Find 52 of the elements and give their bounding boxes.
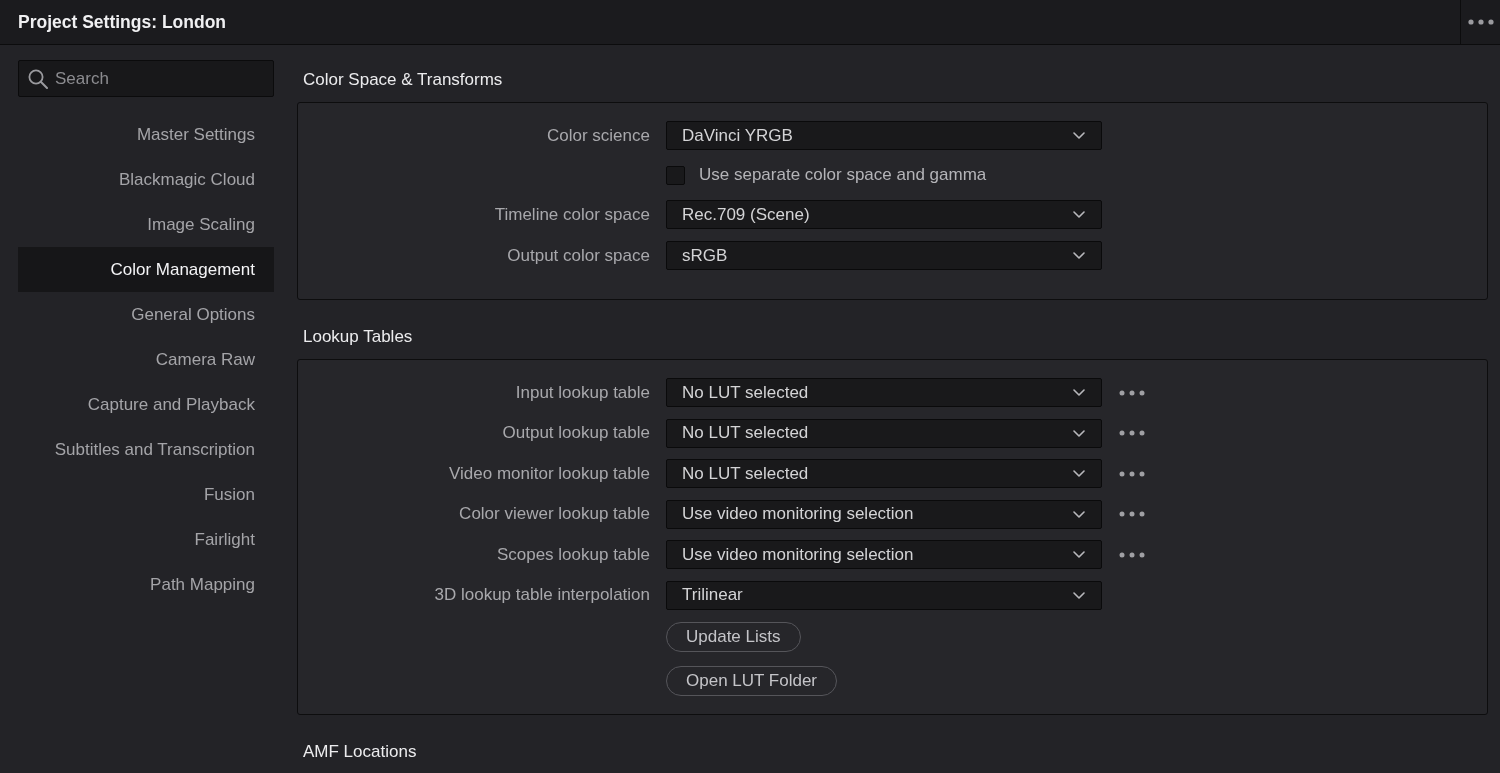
- dropdown[interactable]: Rec.709 (Scene): [666, 200, 1102, 229]
- chevron-down-icon: [1073, 429, 1085, 437]
- dropdown[interactable]: No LUT selected: [666, 418, 1102, 448]
- dropdown[interactable]: Trilinear: [666, 580, 1102, 610]
- sidebar-item[interactable]: Camera Raw: [18, 337, 274, 382]
- sidebar-item[interactable]: Subtitles and Transcription: [18, 427, 274, 472]
- window-title: Project Settings: London: [18, 11, 227, 33]
- chevron-down-icon: [1073, 211, 1085, 218]
- sidebar-item[interactable]: Blackmagic Cloud: [18, 157, 274, 202]
- field-label: 3D lookup table interpolation: [433, 585, 650, 606]
- field-label: Color viewer lookup table: [458, 504, 650, 525]
- sidebar-item[interactable]: Master Settings: [18, 112, 274, 157]
- sidebar-item[interactable]: Fairlight: [18, 517, 274, 562]
- dropdown[interactable]: Use video monitoring selection: [666, 540, 1102, 570]
- more-icon[interactable]: [1119, 389, 1145, 396]
- section-heading: AMF Locations: [303, 740, 418, 763]
- field-label: Output color space: [506, 245, 650, 266]
- dropdown[interactable]: DaVinci YRGB: [666, 121, 1102, 150]
- dropdown[interactable]: sRGB: [666, 241, 1102, 270]
- more-icon[interactable]: [1119, 470, 1145, 477]
- sidebar-item[interactable]: Image Scaling: [18, 202, 274, 247]
- search-field[interactable]: Search: [18, 60, 274, 97]
- sidebar-item[interactable]: Capture and Playback: [18, 382, 274, 427]
- field-label: Input lookup table: [514, 382, 650, 403]
- dropdown[interactable]: Use video monitoring selection: [666, 499, 1102, 529]
- field-label: Output lookup table: [501, 423, 650, 444]
- checkbox-label: Use separate color space and gamma: [699, 165, 987, 185]
- chevron-down-icon: [1073, 132, 1085, 139]
- more-icon[interactable]: [1467, 19, 1494, 25]
- dropdown[interactable]: No LUT selected: [666, 378, 1102, 407]
- chevron-down-icon: [1073, 510, 1085, 518]
- sidebar-item[interactable]: Color Management: [18, 247, 274, 292]
- field-label: Video monitor lookup table: [448, 463, 650, 484]
- chevron-down-icon: [1073, 389, 1085, 396]
- section-heading: Lookup Tables: [303, 326, 414, 348]
- field-label: Scopes lookup table: [495, 544, 650, 565]
- sidebar-item[interactable]: General Options: [18, 292, 274, 337]
- more-icon[interactable]: [1119, 430, 1145, 437]
- checkbox[interactable]: [666, 165, 685, 185]
- more-icon[interactable]: [1119, 551, 1145, 558]
- field-label: Timeline color space: [493, 204, 650, 225]
- field-label: Color science: [546, 125, 650, 146]
- chevron-down-icon: [1073, 551, 1085, 559]
- sidebar-item[interactable]: Path Mapping: [18, 562, 274, 607]
- more-icon[interactable]: [1119, 511, 1145, 518]
- chevron-down-icon: [1073, 252, 1085, 259]
- sidebar-item[interactable]: Fusion: [18, 472, 274, 517]
- search-icon: [28, 69, 48, 89]
- section-heading: Color Space & Transforms: [303, 69, 504, 91]
- chevron-down-icon: [1073, 591, 1085, 599]
- chevron-down-icon: [1073, 470, 1085, 478]
- dropdown[interactable]: No LUT selected: [666, 459, 1102, 489]
